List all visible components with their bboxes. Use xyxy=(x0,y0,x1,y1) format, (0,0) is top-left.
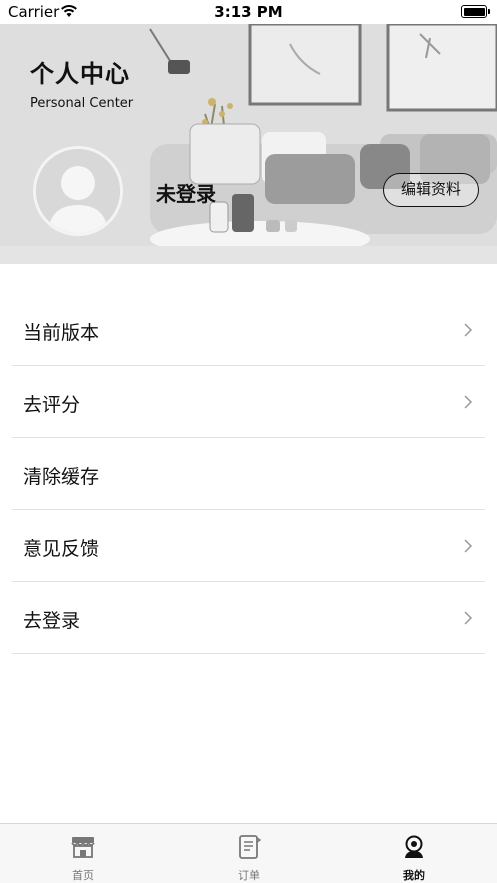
page-title: 个人中心 xyxy=(30,60,130,88)
settings-menu: 当前版本 去评分 清除缓存 意见反馈 去登录 xyxy=(12,294,485,654)
default-avatar-icon xyxy=(36,149,120,233)
tab-home[interactable]: 首页 xyxy=(0,824,166,883)
avatar[interactable] xyxy=(33,146,123,236)
tab-label: 订单 xyxy=(238,869,260,882)
tab-label: 首页 xyxy=(72,869,94,882)
tab-bar: 首页 订单 我的 xyxy=(0,823,497,883)
tab-orders[interactable]: 订单 xyxy=(166,824,332,883)
tab-label: 我的 xyxy=(403,869,425,882)
chevron-right-icon xyxy=(464,395,473,409)
menu-item-clear-cache[interactable]: 清除缓存 xyxy=(12,438,485,510)
username-label[interactable]: 未登录 xyxy=(156,178,216,207)
menu-item-label: 清除缓存 xyxy=(23,466,100,488)
menu-item-label: 当前版本 xyxy=(23,322,100,344)
page-subtitle: Personal Center xyxy=(30,96,134,111)
menu-item-label: 去登录 xyxy=(23,610,81,632)
menu-item-login[interactable]: 去登录 xyxy=(12,582,485,654)
tab-profile[interactable]: 我的 xyxy=(331,824,497,883)
menu-item-label: 去评分 xyxy=(23,394,81,416)
menu-item-version[interactable]: 当前版本 xyxy=(12,294,485,366)
profile-header: 个人中心 Personal Center 未登录 编辑资料 xyxy=(0,24,497,264)
profile-icon xyxy=(405,835,423,858)
edit-profile-button[interactable]: 编辑资料 xyxy=(383,173,479,207)
battery-icon xyxy=(461,5,490,18)
store-icon xyxy=(71,837,95,858)
chevron-right-icon xyxy=(464,323,473,337)
chevron-right-icon xyxy=(464,539,473,553)
status-bar: Carrier 3:13 PM xyxy=(0,0,497,24)
menu-item-feedback[interactable]: 意见反馈 xyxy=(12,510,485,582)
clock: 3:13 PM xyxy=(214,3,283,21)
chevron-right-icon xyxy=(464,611,473,625)
menu-item-label: 意见反馈 xyxy=(23,538,100,560)
menu-item-rate[interactable]: 去评分 xyxy=(12,366,485,438)
order-icon xyxy=(239,835,262,859)
